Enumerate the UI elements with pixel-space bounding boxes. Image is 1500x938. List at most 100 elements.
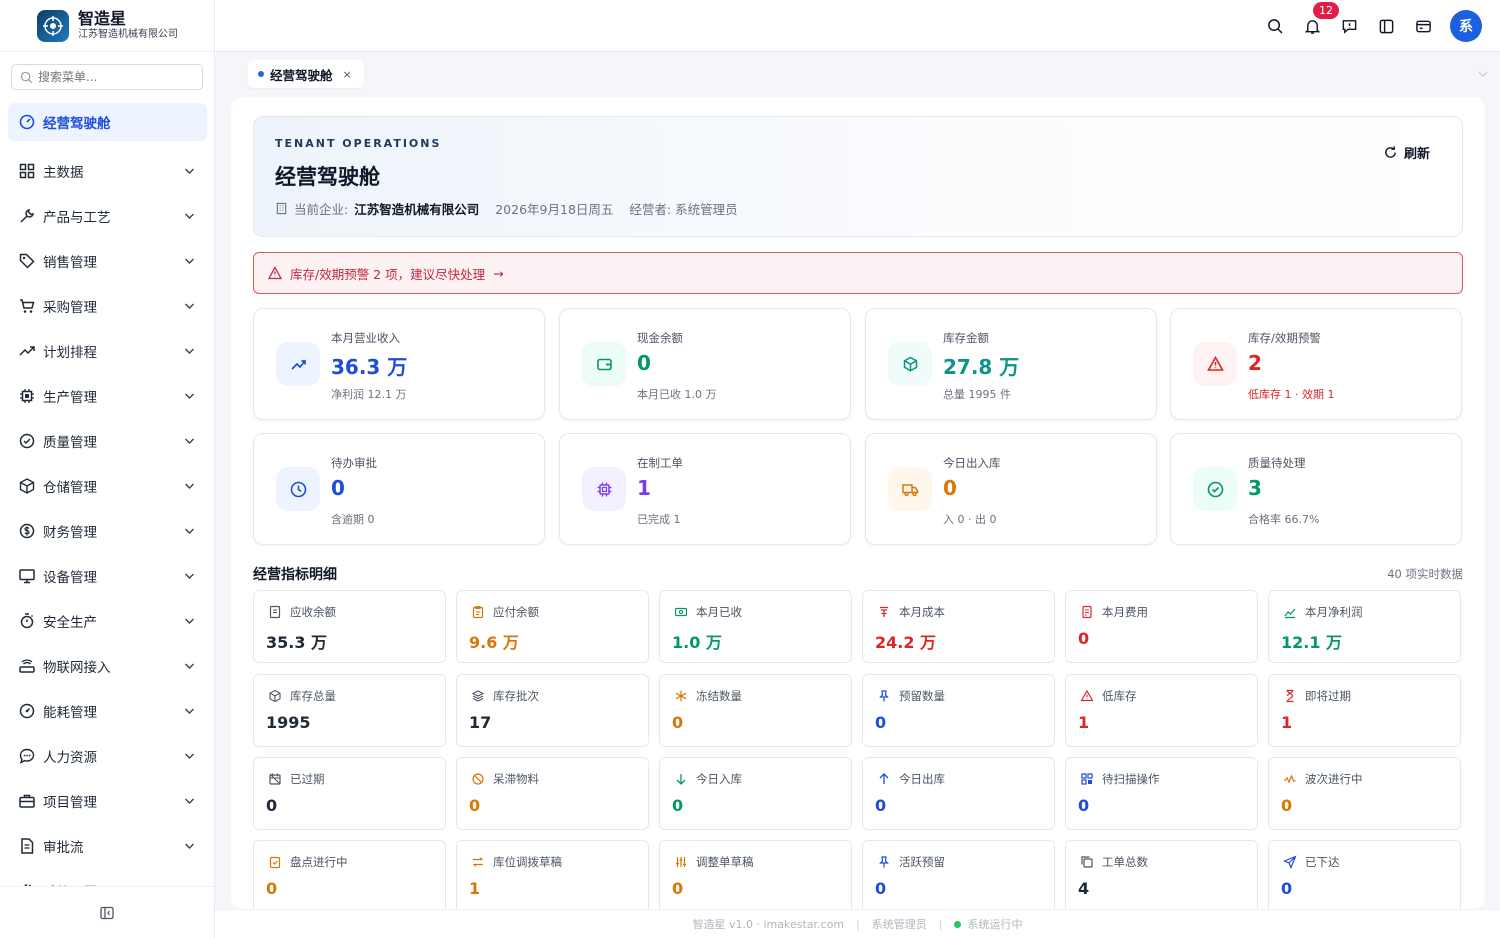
metric-card[interactable]: 已下达 0: [1268, 840, 1461, 909]
warning-icon: [1193, 342, 1237, 386]
metric-card[interactable]: 本月净利润 12.1 万: [1268, 590, 1461, 663]
tag-icon: [18, 252, 36, 270]
metric-card[interactable]: 调整单草稿 0: [659, 840, 852, 909]
sidebar-item-2[interactable]: 产品与工艺: [8, 193, 207, 238]
inventory-alert-banner[interactable]: 库存/效期预警 2 项，建议尽快处理 →: [253, 252, 1463, 294]
metric-card[interactable]: 已过期 0: [253, 757, 446, 830]
kpi-subtext: 入 0 · 出 0: [943, 513, 997, 526]
sidebar-item-label: 人力资源: [43, 749, 97, 766]
metric-card[interactable]: 低库存 1: [1065, 674, 1258, 747]
sidebar-item-5[interactable]: 计划排程: [8, 328, 207, 373]
metric-value: 35.3 万: [266, 633, 328, 652]
metric-value: 0: [1281, 796, 1293, 815]
copy-icon: [1080, 855, 1094, 869]
kpi-card[interactable]: 库存金额 27.8 万总量 1995 件: [865, 308, 1157, 420]
refresh-icon: [1385, 146, 1396, 158]
hero-meta: 当前企业: 江苏智造机械有限公司 2026年9月18日周五 经营者: 系统管理员: [275, 199, 738, 218]
metric-card[interactable]: 本月费用 0: [1065, 590, 1258, 663]
sidebar-item-3[interactable]: 销售管理: [8, 238, 207, 283]
kpi-card[interactable]: 库存/效期预警 2 低库存 1 · 效期 1: [1170, 308, 1462, 420]
sidebar-item-label: 计划排程: [43, 344, 97, 361]
operator: 经营者: 系统管理员: [629, 202, 738, 217]
messages-button[interactable]: [1331, 10, 1368, 42]
bell-icon: [1304, 19, 1321, 34]
metric-label: 已下达: [1305, 855, 1340, 869]
sidebar-item-7[interactable]: 质量管理: [8, 418, 207, 463]
sidebar-item-16[interactable]: 审批流: [8, 823, 207, 868]
metric-label: 已过期: [290, 772, 325, 786]
section-count: 40 项实时数据: [1387, 567, 1463, 581]
menu-search-input[interactable]: [38, 70, 198, 84]
card-icon: [1416, 20, 1431, 32]
metric-value: 0: [1078, 796, 1090, 815]
metric-card[interactable]: 活跃预留 0: [862, 840, 1055, 909]
sidebar-item-label: 设备管理: [43, 569, 97, 586]
metric-card[interactable]: 应付余额 9.6 万: [456, 590, 649, 663]
send-icon: [1283, 855, 1297, 869]
metric-card[interactable]: 库存总量 1995: [253, 674, 446, 747]
kpi-card[interactable]: 本月营业收入 36.3 万净利润 12.1 万: [253, 308, 545, 420]
metric-card[interactable]: 预留数量 0: [862, 674, 1055, 747]
metric-card[interactable]: 盘点进行中 0: [253, 840, 446, 909]
metric-label: 今日出库: [899, 772, 945, 786]
chevron-down-icon[interactable]: [1478, 70, 1488, 78]
metric-label: 预留数量: [899, 689, 945, 703]
brand[interactable]: 智造星 江苏智造机械有限公司: [0, 0, 214, 52]
metric-card[interactable]: 本月已收 1.0 万: [659, 590, 852, 663]
card-button[interactable]: [1405, 10, 1442, 42]
sidebar-item-4[interactable]: 采购管理: [8, 283, 207, 328]
kpi-card[interactable]: 在制工单 1 已完成 1: [559, 433, 851, 545]
sidebar-item-12[interactable]: 物联网接入: [8, 643, 207, 688]
message-icon: [1342, 19, 1357, 34]
refresh-button[interactable]: 刷新: [1383, 143, 1430, 162]
metric-card[interactable]: 今日入库 0: [659, 757, 852, 830]
search-button[interactable]: [1257, 10, 1294, 42]
sidebar-item-8[interactable]: 仓储管理: [8, 463, 207, 508]
top-header: 12 系: [215, 0, 1500, 52]
metric-label: 盘点进行中: [290, 855, 348, 869]
sidebar-item-13[interactable]: 能耗管理: [8, 688, 207, 733]
sidebar-item-11[interactable]: 安全生产: [8, 598, 207, 643]
sidebar-item-14[interactable]: 人力资源: [8, 733, 207, 778]
kpi-card[interactable]: 今日出入库 0 入 0 · 出 0: [865, 433, 1157, 545]
user-avatar[interactable]: 系: [1450, 10, 1482, 42]
chip-icon: [18, 387, 36, 405]
gauge-icon: [18, 702, 36, 720]
sidebar-item-17[interactable]: 系统配置: [8, 868, 207, 886]
sidebar-collapse-button[interactable]: [0, 886, 214, 938]
metric-value: 0: [1281, 879, 1293, 898]
kpi-card[interactable]: 质量待处理 3 合格率 66.7%: [1170, 433, 1462, 545]
metric-card[interactable]: 本月成本 24.2 万: [862, 590, 1055, 663]
metric-value: 1: [1078, 713, 1090, 732]
kpi-card[interactable]: 待办审批 0 含逾期 0: [253, 433, 545, 545]
kpi-label: 库存金额: [943, 331, 989, 345]
metric-card[interactable]: 工单总数 4: [1065, 840, 1258, 909]
arrow-up-icon: [877, 772, 891, 786]
hero-panel: TENANT OPERATIONS 经营驾驶舱 当前企业: 江苏智造机械有限公司…: [253, 116, 1463, 237]
metric-card[interactable]: 波次进行中 0: [1268, 757, 1461, 830]
tab-close-icon[interactable]: ×: [343, 68, 352, 81]
sidebar-item-10[interactable]: 设备管理: [8, 553, 207, 598]
sidebar-item-0[interactable]: 经营驾驶舱: [8, 103, 207, 141]
metric-card[interactable]: 库位调拨草稿 1: [456, 840, 649, 909]
kpi-value: 2: [1248, 351, 1262, 375]
sidebar-item-6[interactable]: 生产管理: [8, 373, 207, 418]
metric-card[interactable]: 冻结数量 0: [659, 674, 852, 747]
metric-card[interactable]: 待扫描操作 0: [1065, 757, 1258, 830]
metric-card[interactable]: 应收余额 35.3 万: [253, 590, 446, 663]
metric-card[interactable]: 今日出库 0: [862, 757, 1055, 830]
sidebar-item-9[interactable]: 财务管理: [8, 508, 207, 553]
metric-card[interactable]: 即将过期 1: [1268, 674, 1461, 747]
metric-card[interactable]: 库存批次 17: [456, 674, 649, 747]
notification-button[interactable]: 12: [1294, 2, 1339, 42]
metric-value: 0: [469, 796, 481, 815]
sidebar-item-15[interactable]: 项目管理: [8, 778, 207, 823]
layout-toggle-button[interactable]: [1368, 10, 1405, 42]
tab-dashboard[interactable]: 经营驾驶舱 ×: [248, 60, 364, 88]
sidebar-item-1[interactable]: 主数据: [8, 148, 207, 193]
metric-card[interactable]: 呆滞物料 0: [456, 757, 649, 830]
metric-label: 冻结数量: [696, 689, 742, 703]
metric-value: 9.6 万: [469, 633, 519, 652]
kpi-card[interactable]: 现金余额 0 本月已收 1.0 万: [559, 308, 851, 420]
chart-line-icon: [1283, 605, 1297, 619]
